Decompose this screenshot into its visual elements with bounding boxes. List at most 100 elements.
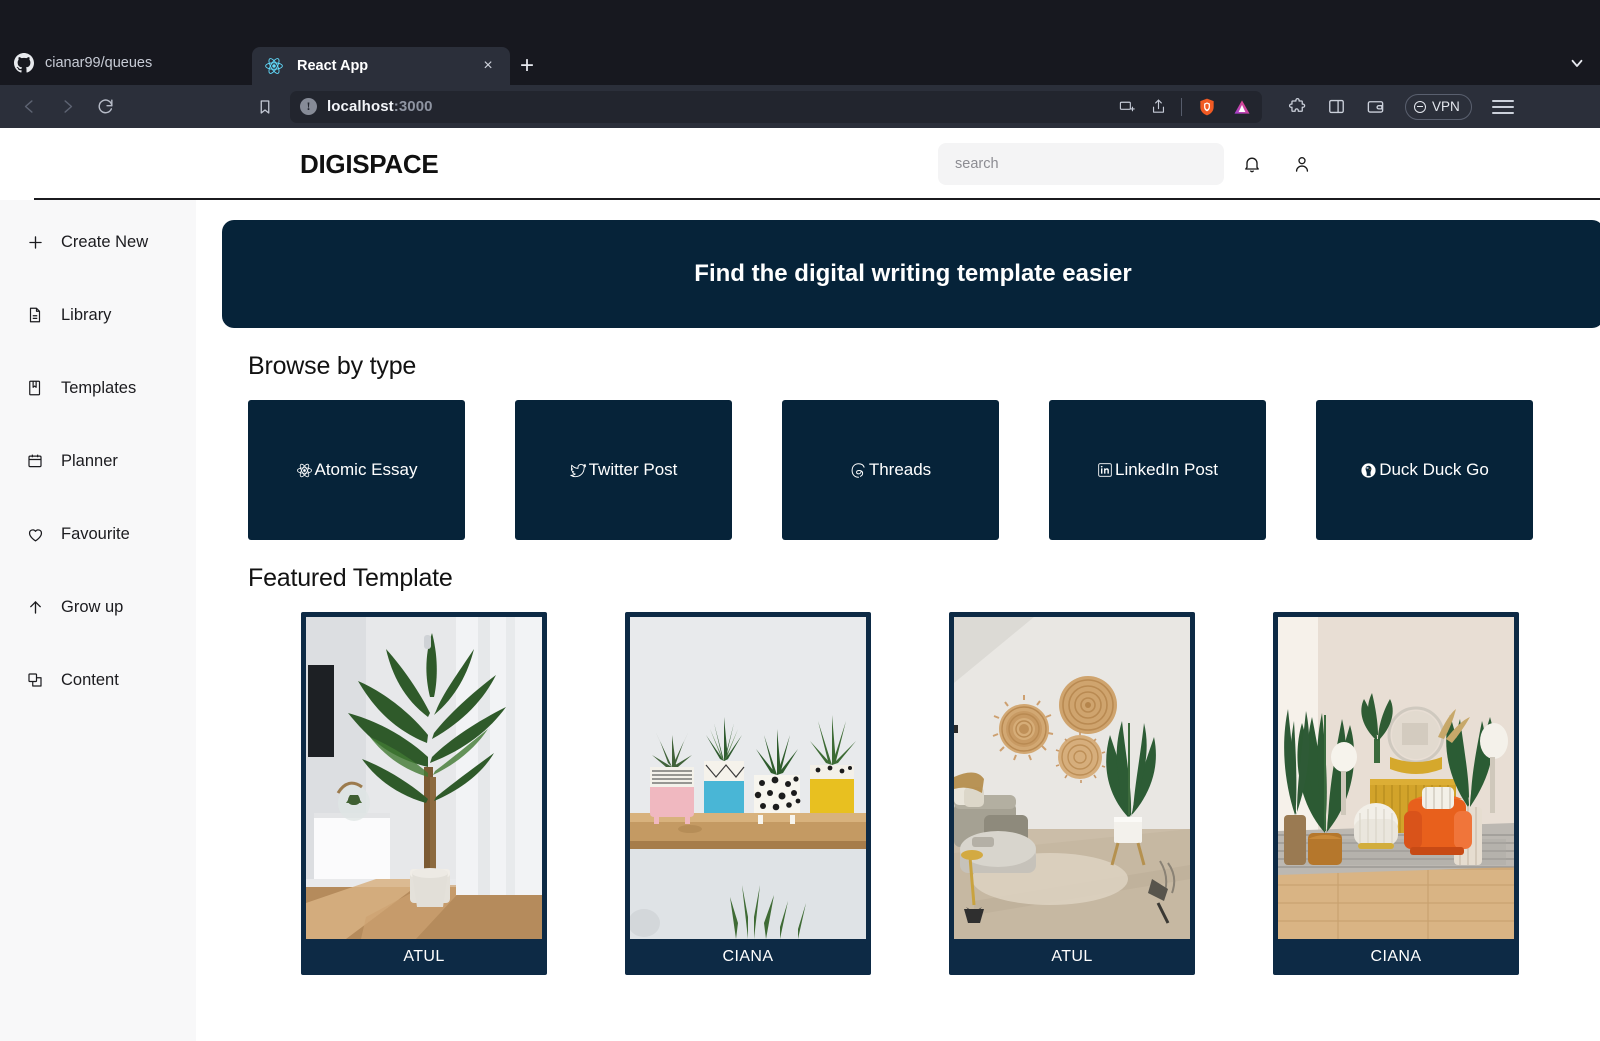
sidebar-item-planner[interactable]: Planner xyxy=(0,441,196,481)
type-card-label: Threads xyxy=(868,460,932,479)
tab-title: React App xyxy=(297,58,369,74)
tab-title: cianar99/queues xyxy=(45,54,153,71)
twitter-bird-icon xyxy=(569,462,587,479)
address-bar[interactable]: ! localhost:3000 xyxy=(290,90,1262,123)
sidebar: Create New Library Templates Planner Fav… xyxy=(0,200,196,1041)
sidebar-item-templates[interactable]: Templates xyxy=(0,368,196,408)
sidebar-item-label: Grow up xyxy=(61,597,124,616)
toolbar-divider xyxy=(1181,97,1182,116)
template-card-label: CIANA xyxy=(722,948,774,965)
page-title: DIGISPACE xyxy=(300,148,439,179)
share-icon[interactable] xyxy=(1150,98,1167,115)
menu-icon[interactable] xyxy=(1491,99,1514,114)
tab-strip: cianar99/queues React App × + xyxy=(0,40,1600,85)
header-right-group xyxy=(938,143,1324,185)
heart-icon xyxy=(25,525,45,544)
browser-window: cianar99/queues React App × + ! localhos… xyxy=(0,0,1600,128)
vpn-status-icon xyxy=(1414,100,1426,113)
template-card[interactable]: ATUL xyxy=(301,612,547,975)
copy-icon xyxy=(25,671,45,689)
sidebar-item-content[interactable]: Content xyxy=(0,660,196,700)
bookmark-icon[interactable] xyxy=(250,92,280,122)
main-content: Find the digital writing template easier… xyxy=(196,200,1600,1041)
window-titlebar xyxy=(0,0,1600,40)
type-card-label: Twitter Post xyxy=(588,460,678,479)
sidebar-item-grow-up[interactable]: Grow up xyxy=(0,587,196,627)
template-thumbnail-palm-plant xyxy=(306,617,542,939)
template-thumbnail-orange-armchair xyxy=(1278,617,1514,939)
react-icon xyxy=(264,56,284,76)
sidebar-item-label: Templates xyxy=(61,378,137,397)
toolbar-right-icons: VPN xyxy=(1288,93,1514,120)
featured-section-title: Featured Template xyxy=(248,564,453,592)
reload-icon[interactable] xyxy=(88,92,122,122)
extensions-icon[interactable] xyxy=(1288,97,1307,116)
type-card-atomic-essay[interactable]: Atomic Essay xyxy=(248,400,465,540)
type-card-twitter-post[interactable]: Twitter Post xyxy=(515,400,732,540)
tab-react-app[interactable]: React App × xyxy=(252,47,510,85)
user-icon[interactable] xyxy=(1280,154,1324,174)
file-icon xyxy=(25,306,45,324)
site-info-icon[interactable]: ! xyxy=(300,98,317,115)
url-host: localhost xyxy=(327,98,394,115)
app-page: DIGISPACE Create New xyxy=(0,128,1600,1041)
sidebar-item-label: Favourite xyxy=(61,524,130,543)
browser-toolbar: ! localhost:3000 VPN xyxy=(0,85,1600,128)
chevron-down-icon[interactable] xyxy=(1554,40,1600,85)
hero-headline: Find the digital writing template easier xyxy=(694,260,1132,287)
type-card-label: Duck Duck Go xyxy=(1379,460,1489,479)
back-icon[interactable] xyxy=(12,92,46,122)
type-card-threads[interactable]: Threads xyxy=(782,400,999,540)
browse-section-title: Browse by type xyxy=(248,352,417,380)
threads-icon xyxy=(850,462,867,479)
cast-icon[interactable] xyxy=(1119,98,1136,115)
wallet-icon[interactable] xyxy=(1366,97,1385,116)
book-icon xyxy=(25,379,45,397)
react-atom-icon xyxy=(296,462,313,479)
plus-icon xyxy=(25,233,45,252)
browse-type-row: Atomic Essay Twitter Post Threads Linked… xyxy=(248,400,1600,540)
template-card[interactable]: CIANA xyxy=(1273,612,1519,975)
forward-icon[interactable] xyxy=(50,92,84,122)
sidebar-item-library[interactable]: Library xyxy=(0,295,196,335)
sidebar-item-favourite[interactable]: Favourite xyxy=(0,514,196,554)
type-card-label: LinkedIn Post xyxy=(1114,460,1218,479)
hero-banner: Find the digital writing template easier xyxy=(222,220,1600,328)
template-card-label: ATUL xyxy=(1051,948,1093,965)
app-body: Create New Library Templates Planner Fav… xyxy=(0,200,1600,1041)
app-header: DIGISPACE xyxy=(0,128,1600,200)
sidebar-item-label: Planner xyxy=(61,451,118,470)
linkedin-icon xyxy=(1097,462,1113,478)
close-icon[interactable]: × xyxy=(478,56,498,76)
search-input[interactable] xyxy=(938,143,1224,185)
type-card-label: Atomic Essay xyxy=(314,460,418,479)
sidebar-item-label: Content xyxy=(61,670,119,689)
brave-rewards-icon[interactable] xyxy=(1231,96,1252,117)
sidebar-item-create-new[interactable]: Create New xyxy=(0,222,196,262)
template-thumbnail-woven-baskets xyxy=(954,617,1190,939)
github-icon xyxy=(14,52,34,73)
address-bar-actions xyxy=(1119,96,1252,117)
url-port: :3000 xyxy=(393,98,433,115)
template-thumbnail-succulents xyxy=(630,617,866,939)
template-card-label: ATUL xyxy=(403,948,445,965)
bell-icon[interactable] xyxy=(1230,154,1274,174)
template-card[interactable]: ATUL xyxy=(949,612,1195,975)
new-tab-button[interactable]: + xyxy=(510,47,544,85)
template-card-label: CIANA xyxy=(1370,948,1422,965)
duckduckgo-icon xyxy=(1360,462,1377,479)
tab-github[interactable]: cianar99/queues xyxy=(0,40,252,85)
arrow-up-icon xyxy=(25,598,45,617)
sidebar-item-label: Create New xyxy=(61,232,149,251)
calendar-icon xyxy=(25,452,45,470)
vpn-label: VPN xyxy=(1432,99,1460,114)
type-card-duck-duck-go[interactable]: Duck Duck Go xyxy=(1316,400,1533,540)
template-card[interactable]: CIANA xyxy=(625,612,871,975)
brave-shields-icon[interactable] xyxy=(1196,96,1217,117)
vpn-button[interactable]: VPN xyxy=(1405,93,1472,120)
sidebar-item-label: Library xyxy=(61,305,112,324)
sidebar-icon[interactable] xyxy=(1327,97,1346,116)
type-card-linkedin-post[interactable]: LinkedIn Post xyxy=(1049,400,1266,540)
featured-template-row: ATUL CIANA ATUL CIANA xyxy=(301,612,1600,975)
url-text: localhost:3000 xyxy=(327,98,433,115)
